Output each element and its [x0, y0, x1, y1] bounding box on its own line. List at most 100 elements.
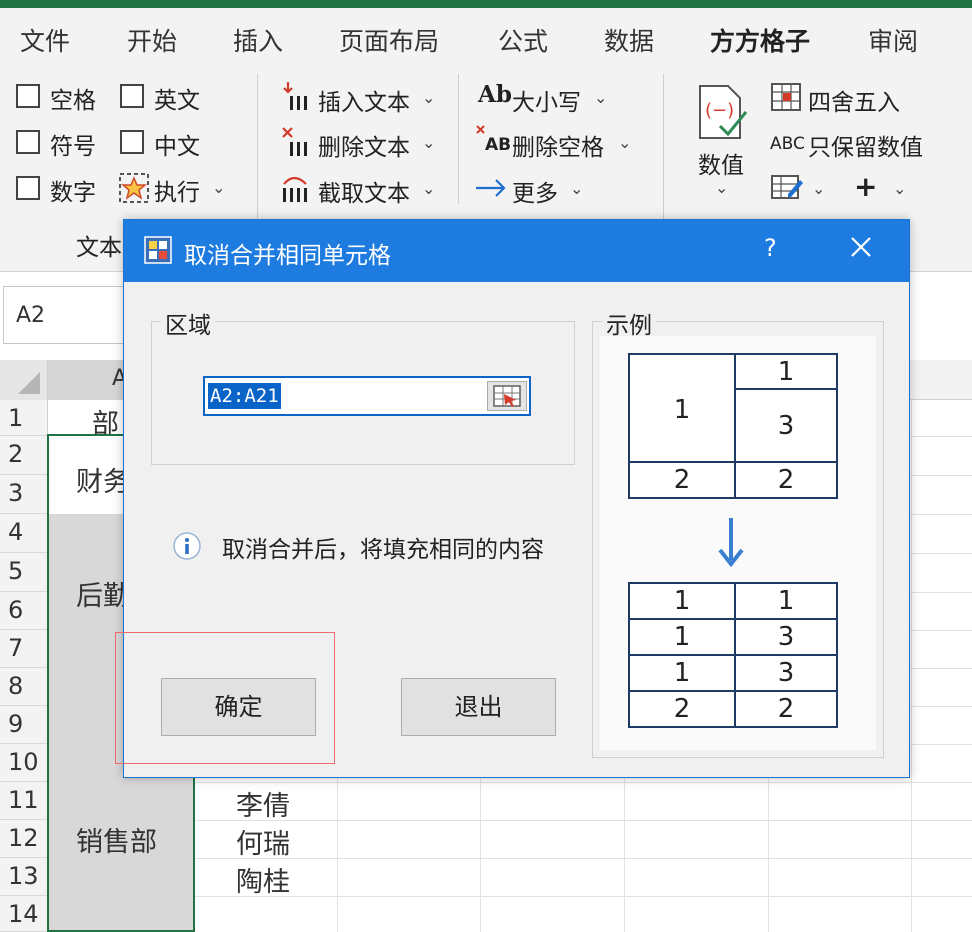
- row-header[interactable]: 11: [0, 782, 48, 820]
- example-cell: 2: [777, 465, 795, 495]
- name-box-value: A2: [16, 303, 46, 328]
- row-header[interactable]: 5: [0, 553, 48, 592]
- tab-page-layout[interactable]: 页面布局: [339, 22, 439, 58]
- tab-insert[interactable]: 插入: [233, 22, 283, 58]
- chevron-down-icon[interactable]: ⌄: [570, 179, 583, 198]
- cell-name[interactable]: 陶桂: [236, 860, 290, 899]
- ribbon-separator: [257, 74, 258, 224]
- row-header[interactable]: 9: [0, 706, 48, 744]
- ribbon-separator: [458, 74, 459, 204]
- unmerge-dialog: 取消合并相同单元格 ? 区域 A2:A21 取消合并后，将填充相同的内容 确定 …: [115, 219, 910, 778]
- row-header[interactable]: 14: [0, 896, 48, 932]
- ribbon-tab-bar: 文件 开始 插入 页面布局 公式 数据 方方格子 审阅: [0, 8, 972, 68]
- extract-text-icon[interactable]: [280, 172, 310, 204]
- range-select-button[interactable]: [487, 381, 527, 411]
- abc-icon[interactable]: ABC: [770, 134, 805, 154]
- arrow-right-icon[interactable]: [474, 176, 508, 200]
- example-cell: 2: [673, 694, 691, 724]
- tab-home[interactable]: 开始: [127, 22, 177, 58]
- remove-space-label[interactable]: 删除空格: [512, 128, 604, 162]
- range-input[interactable]: A2:A21: [203, 376, 531, 416]
- tab-fangfang[interactable]: 方方格子: [710, 22, 810, 58]
- info-text: 取消合并后，将填充相同的内容: [222, 537, 544, 563]
- chevron-down-icon[interactable]: ⌄: [422, 179, 435, 198]
- checkbox-number[interactable]: [16, 176, 40, 200]
- chevron-down-icon[interactable]: ⌄: [212, 178, 225, 197]
- svg-text:(−): (−): [705, 100, 734, 121]
- chevron-down-icon[interactable]: ⌄: [594, 88, 607, 107]
- round-label[interactable]: 四舍五入: [808, 83, 900, 117]
- close-icon[interactable]: [846, 232, 876, 262]
- chevron-down-icon[interactable]: ⌄: [893, 179, 906, 198]
- example-cell: 1: [673, 658, 691, 688]
- title-bar-strip: [0, 0, 972, 8]
- tab-data[interactable]: 数据: [604, 22, 654, 58]
- example-cell: 1: [673, 586, 691, 616]
- chevron-down-icon[interactable]: ⌄: [422, 133, 435, 152]
- checkbox-chinese[interactable]: [120, 130, 144, 154]
- keep-numeric-label[interactable]: 只保留数值: [808, 128, 923, 162]
- checkbox-symbol[interactable]: [16, 130, 40, 154]
- help-button[interactable]: ?: [764, 234, 777, 262]
- row-header[interactable]: 7: [0, 630, 48, 668]
- delete-text-icon[interactable]: [280, 126, 310, 158]
- range-input-value: A2:A21: [208, 383, 281, 409]
- checkbox-space[interactable]: [16, 84, 40, 108]
- chevron-down-icon[interactable]: ⌄: [618, 133, 631, 152]
- example-cell: 1: [673, 395, 691, 425]
- tab-formulas[interactable]: 公式: [498, 22, 548, 58]
- row-header[interactable]: 13: [0, 858, 48, 896]
- name-box[interactable]: A2: [3, 286, 131, 344]
- insert-text-label[interactable]: 插入文本: [318, 83, 410, 117]
- checkbox-symbol-label: 符号: [50, 134, 96, 160]
- example-cell: 1: [673, 622, 691, 652]
- row-header[interactable]: 12: [0, 820, 48, 858]
- dept-finance-text: 财务: [76, 467, 130, 498]
- delete-text-label[interactable]: 删除文本: [318, 128, 410, 162]
- example-after-table: 1 1 1 3 1 3 2 2: [628, 582, 838, 728]
- ok-button[interactable]: 确定: [161, 678, 316, 736]
- dialog-title-bar[interactable]: 取消合并相同单元格 ?: [124, 220, 909, 282]
- numeric-label[interactable]: 数值: [698, 146, 744, 180]
- round-icon[interactable]: [770, 82, 802, 112]
- ribbon-separator: [663, 74, 664, 224]
- checkbox-chinese-label: 中文: [154, 134, 200, 160]
- more-label[interactable]: 更多: [512, 174, 558, 208]
- execute-icon[interactable]: [118, 172, 150, 204]
- example-cell: 1: [777, 586, 795, 616]
- example-group-label: 示例: [602, 306, 656, 340]
- numeric-icon[interactable]: (−): [696, 82, 752, 142]
- example-cell: 1: [777, 357, 795, 387]
- chevron-down-icon[interactable]: ⌄: [715, 178, 728, 197]
- chevron-down-icon[interactable]: ⌄: [422, 88, 435, 107]
- tab-review[interactable]: 审阅: [868, 22, 918, 58]
- case-label[interactable]: 大小写: [512, 83, 581, 117]
- insert-text-icon[interactable]: [280, 80, 310, 112]
- row-header[interactable]: 3: [0, 475, 48, 514]
- remove-space-icon[interactable]: AB: [475, 124, 511, 154]
- row-header[interactable]: 4: [0, 514, 48, 553]
- extract-text-label[interactable]: 截取文本: [318, 174, 410, 208]
- edit-table-icon[interactable]: [770, 172, 804, 202]
- row-header[interactable]: 8: [0, 668, 48, 706]
- info-icon: [173, 532, 201, 560]
- row-header[interactable]: 10: [0, 744, 48, 782]
- svg-text:AB: AB: [485, 135, 511, 154]
- dialog-title: 取消合并相同单元格: [184, 243, 391, 269]
- cell-name[interactable]: 李倩: [236, 784, 290, 823]
- example-cell: 3: [777, 658, 795, 688]
- execute-label[interactable]: 执行: [154, 173, 200, 207]
- example-cell: 2: [777, 694, 795, 724]
- row-header[interactable]: 1: [0, 400, 48, 436]
- checkbox-english[interactable]: [120, 84, 144, 108]
- ribbon-group-label: 文本: [76, 235, 122, 261]
- row-header[interactable]: 2: [0, 436, 48, 475]
- case-icon[interactable]: Ab: [478, 81, 512, 108]
- plus-icon[interactable]: +: [854, 170, 877, 203]
- cell-name[interactable]: 何瑞: [236, 822, 290, 861]
- exit-button[interactable]: 退出: [401, 678, 556, 736]
- chevron-down-icon[interactable]: ⌄: [812, 179, 825, 198]
- row-header[interactable]: 6: [0, 592, 48, 630]
- select-all-corner[interactable]: [0, 360, 48, 400]
- tab-file[interactable]: 文件: [20, 22, 70, 58]
